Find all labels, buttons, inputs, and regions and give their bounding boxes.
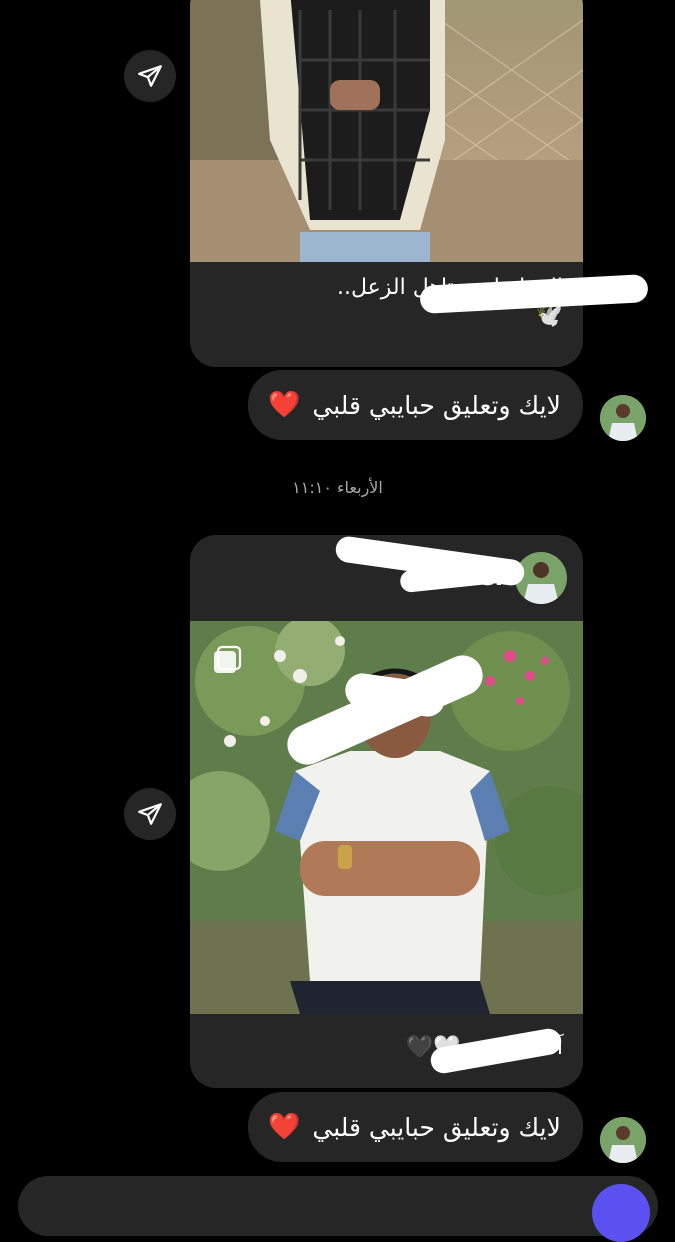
timestamp: الأربعاء ١١:١٠	[292, 478, 383, 497]
send-button[interactable]	[592, 1184, 650, 1242]
paper-plane-icon	[138, 803, 162, 825]
share-button[interactable]	[124, 50, 176, 102]
red-heart-icon: ❤️	[268, 1112, 301, 1142]
red-heart-icon: ❤️	[268, 390, 301, 420]
post-photo[interactable]	[190, 0, 583, 262]
message-bubble[interactable]: لايك وتعليق حبايبي قلبي ❤️	[248, 370, 583, 440]
message-text: لايك وتعليق حبايبي قلبي	[312, 390, 561, 420]
shared-post-card[interactable]: الدنيا ما بتستاهل الزعل.. 🕊️	[190, 0, 583, 367]
avatar[interactable]	[600, 1117, 646, 1163]
shared-post-card[interactable]: bel	[190, 535, 583, 1088]
message-text: لايك وتعليق حبايبي قلبي	[312, 1112, 561, 1142]
multiple-photos-icon	[212, 645, 242, 673]
avatar[interactable]	[600, 395, 646, 441]
message-composer[interactable]	[18, 1176, 658, 1236]
message-bubble[interactable]: لايك وتعليق حبايبي قلبي ❤️	[248, 1092, 583, 1162]
paper-plane-icon	[138, 65, 162, 87]
share-button[interactable]	[124, 788, 176, 840]
